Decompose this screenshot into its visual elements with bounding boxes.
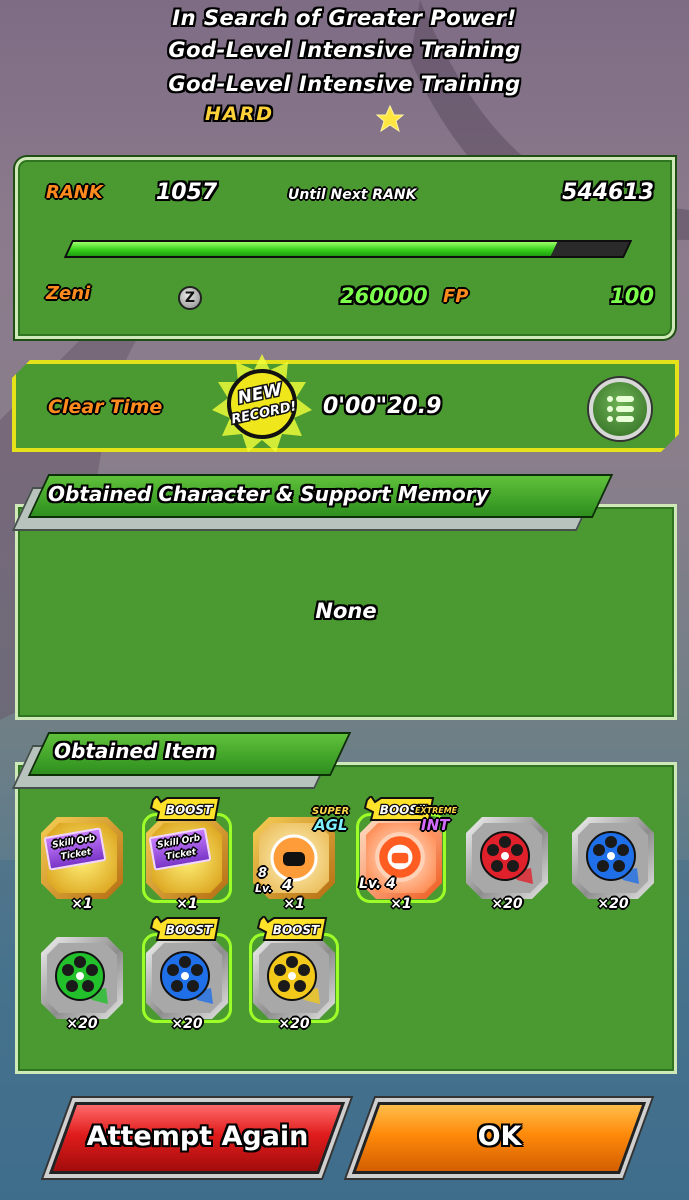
item-quantity: ×20 xyxy=(171,1016,203,1032)
fp-value: 100 xyxy=(610,284,654,308)
item-skill-orb-ticket-boost[interactable]: Skill Orb Ticket BOOST ×1 xyxy=(141,796,233,912)
obtained-character-title: Obtained Character & Support Memory xyxy=(48,482,489,506)
item-film-reel-blue[interactable]: ×20 xyxy=(567,812,659,912)
training-level-label: Lv. xyxy=(255,882,273,895)
difficulty-label: HARD xyxy=(205,103,275,125)
obtained-item-title: Obtained Item xyxy=(54,739,216,763)
rank-exp-bar xyxy=(63,240,633,258)
ok-label: OK xyxy=(477,1121,522,1152)
zeni-value: 260000 xyxy=(340,284,428,308)
item-film-reel-blue-boost[interactable]: BOOST ×20 xyxy=(141,916,233,1032)
stage-subtitle: God-Level Intensive Training xyxy=(168,72,521,96)
item-quantity: ×1 xyxy=(176,896,198,912)
boost-tag-icon: BOOST xyxy=(256,916,328,941)
training-level-max: 4 xyxy=(282,876,293,894)
item-skill-orb-ticket[interactable]: Skill Orb Ticket ×1 xyxy=(36,812,128,912)
item-film-reel-green[interactable]: ×20 xyxy=(36,932,128,1032)
new-record-badge: NEW RECORD! xyxy=(212,354,312,452)
film-reel-icon xyxy=(55,951,108,1004)
rank-value: 1057 xyxy=(156,180,218,205)
item-quantity: ×1 xyxy=(283,896,305,912)
item-training-super-agl[interactable]: SUPER AGL 8 Lv. 4 ×1 xyxy=(248,806,349,912)
attempt-again-button[interactable]: Attempt Again xyxy=(48,1102,346,1174)
item-film-reel-red[interactable]: ×20 xyxy=(461,812,553,912)
training-level-label: Lv. 4 xyxy=(359,876,396,892)
fp-label: FP xyxy=(443,286,469,307)
boost-text: BOOST xyxy=(273,923,320,937)
zeni-label: Zeni xyxy=(46,283,91,304)
item-training-extreme-int[interactable]: BOOST EXTREME INT Lv. 4 ×1 xyxy=(355,796,457,912)
type-extreme-label: EXTREME xyxy=(415,806,458,815)
obtained-character-panel: None xyxy=(15,504,677,720)
until-next-rank-value: 544613 xyxy=(562,180,654,205)
event-title: In Search of Greater Power! xyxy=(172,6,517,30)
item-quantity: ×20 xyxy=(278,1016,310,1032)
stage-title: God-Level Intensive Training xyxy=(168,38,521,62)
film-reel-icon xyxy=(160,951,213,1004)
rank-exp-fill xyxy=(66,242,557,256)
rank-panel: RANK 1057 Until Next RANK 544613 Zeni Z … xyxy=(15,157,675,339)
list-icon xyxy=(593,382,647,436)
star-icon xyxy=(375,104,405,133)
clear-time-panel: Clear Time 0'00"20.9 xyxy=(12,360,679,452)
training-level-current: 8 xyxy=(258,866,268,881)
item-quantity: ×1 xyxy=(390,896,412,912)
boost-text: BOOST xyxy=(166,923,213,937)
clear-time-label: Clear Time xyxy=(48,396,163,418)
boost-tag-icon: BOOST xyxy=(149,916,221,941)
film-reel-icon xyxy=(267,951,320,1004)
item-quantity: ×20 xyxy=(491,896,523,912)
attempt-again-label: Attempt Again xyxy=(86,1121,309,1152)
film-reel-icon xyxy=(586,831,639,884)
item-quantity: ×20 xyxy=(597,896,629,912)
obtained-character-empty-text: None xyxy=(315,599,377,623)
until-next-rank-label: Until Next RANK xyxy=(288,187,417,203)
rank-label: RANK xyxy=(46,182,103,203)
clear-time-value: 0'00"20.9 xyxy=(323,394,442,419)
boost-tag-icon: BOOST xyxy=(149,796,221,821)
film-reel-icon xyxy=(480,831,533,884)
type-int-label: INT xyxy=(421,816,450,834)
clear-time-list-button[interactable] xyxy=(589,378,651,440)
training-fist-icon xyxy=(270,834,318,882)
type-agl-label: AGL xyxy=(314,816,348,834)
zeni-coin-icon: Z xyxy=(178,286,202,310)
ok-button[interactable]: OK xyxy=(351,1102,647,1174)
boost-text: BOOST xyxy=(166,803,213,817)
item-quantity: ×20 xyxy=(66,1016,98,1032)
item-quantity: ×1 xyxy=(71,896,93,912)
item-film-reel-yellow-boost[interactable]: BOOST ×20 xyxy=(248,916,340,1032)
